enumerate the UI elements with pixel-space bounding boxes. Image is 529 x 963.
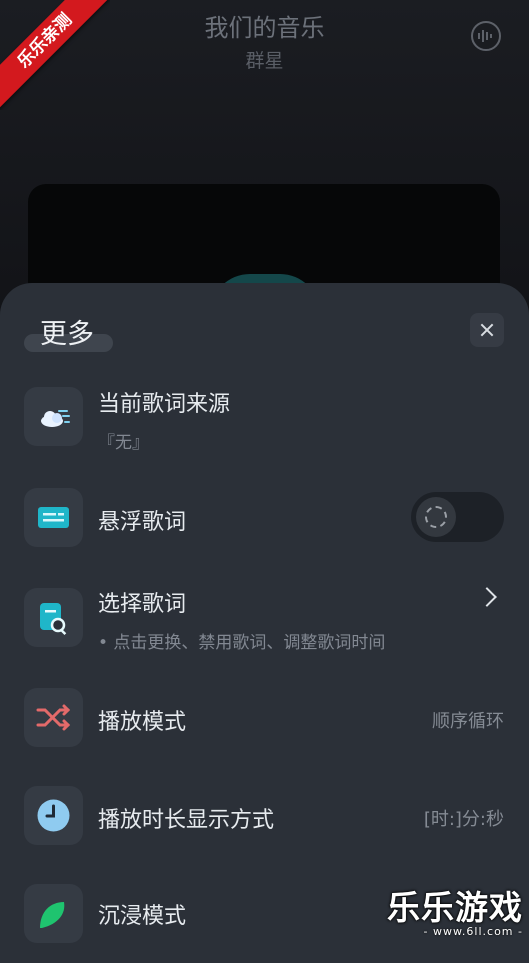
toggle-knob xyxy=(416,497,456,537)
immersive-icon xyxy=(24,884,83,943)
time-display-label[interactable]: 播放时长显示方式 xyxy=(98,802,274,834)
floating-lyrics-label: 悬浮歌词 xyxy=(98,510,187,535)
close-button[interactable] xyxy=(470,313,504,347)
corner-badge: 乐乐亲测 xyxy=(0,0,110,110)
sound-wave-icon[interactable] xyxy=(471,21,501,51)
cloud-icon xyxy=(24,387,83,446)
choose-lyrics-hint: • 点击更换、禁用歌词、调整歌词时间 xyxy=(98,633,386,653)
choose-lyrics-label[interactable]: 选择歌词 xyxy=(98,586,186,618)
lyrics-source-label[interactable]: 当前歌词来源 xyxy=(98,386,230,418)
play-mode-label[interactable]: 播放模式 xyxy=(98,704,186,736)
watermark-logo: 乐乐游戏 xyxy=(387,888,523,927)
clock-icon xyxy=(24,786,83,845)
shuffle-icon xyxy=(24,688,83,747)
lyrics-search-icon xyxy=(24,588,83,647)
floating-lyrics-toggle[interactable] xyxy=(411,492,504,542)
time-display-value[interactable]: [时:]分:秒 xyxy=(424,805,504,831)
play-mode-value[interactable]: 顺序循环 xyxy=(432,707,504,733)
badge-label: 乐乐亲测 xyxy=(0,0,110,110)
floating-lyrics-icon xyxy=(24,488,83,547)
lyrics-source-value: 『无』 xyxy=(98,433,149,453)
watermark: 乐乐游戏 - www.6ll.com - xyxy=(387,881,523,938)
sheet-title: 更多 xyxy=(40,319,94,350)
immersive-mode-label[interactable]: 沉浸模式 xyxy=(98,898,186,930)
